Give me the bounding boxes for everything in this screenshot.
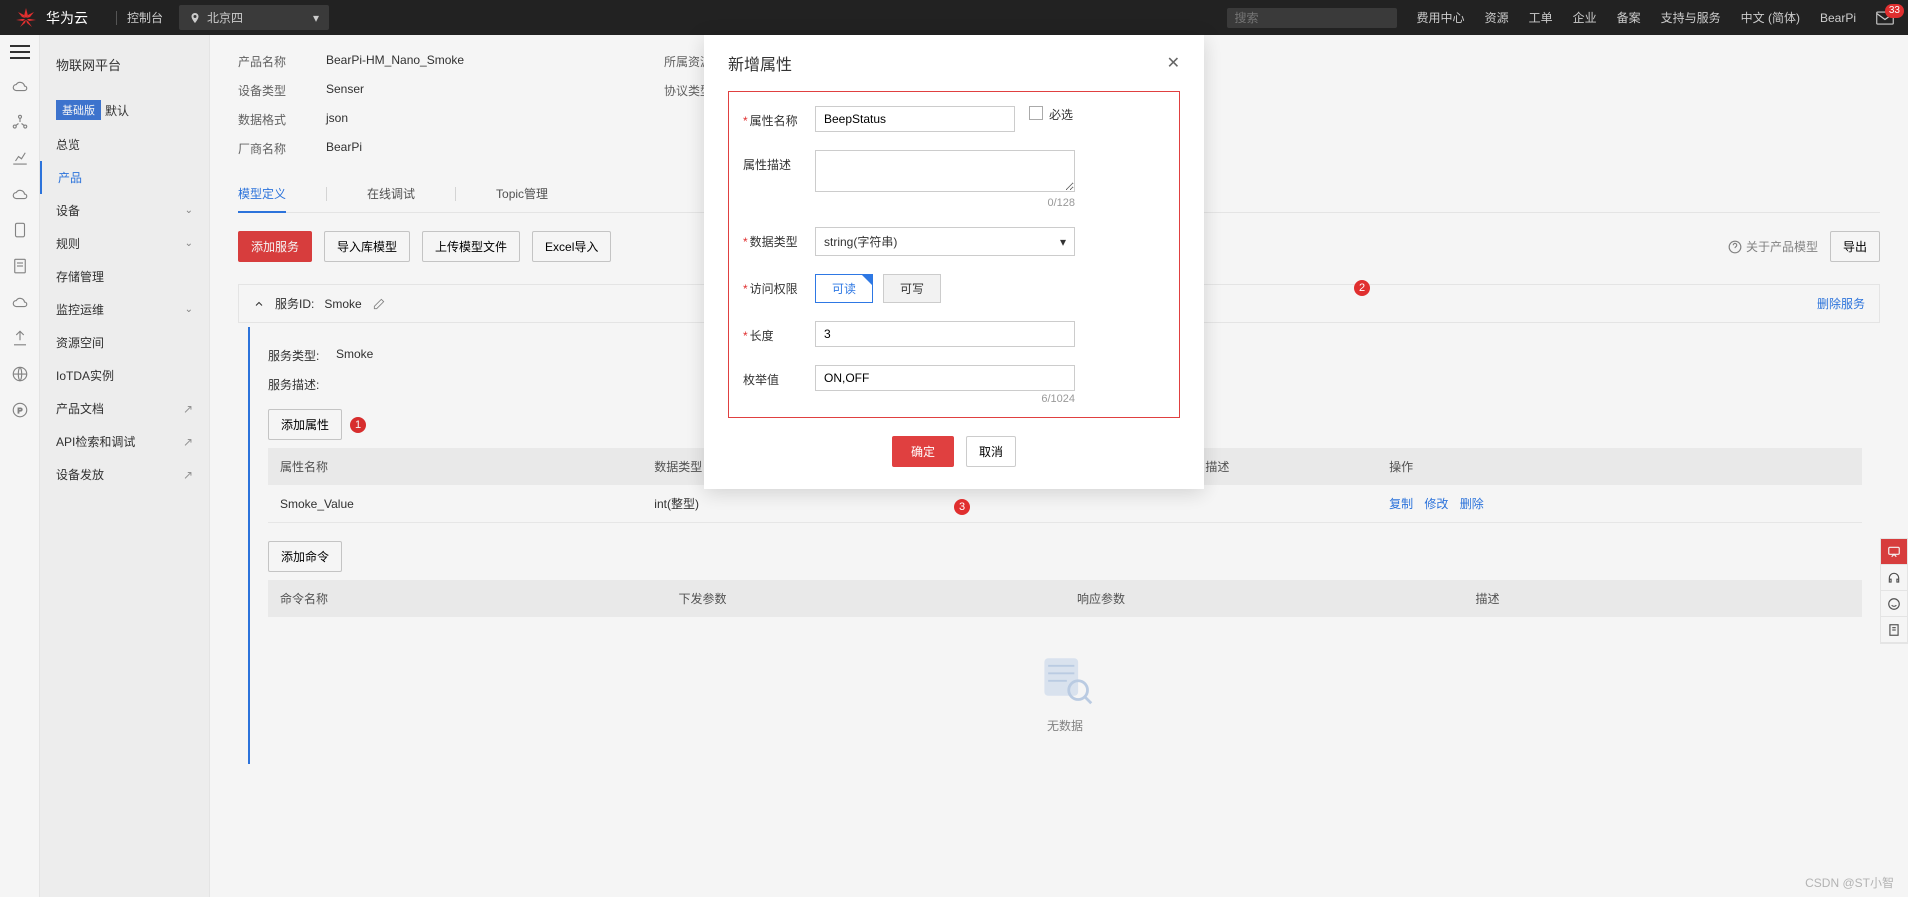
modal-title: 新增属性 [728, 51, 792, 75]
chevron-down-icon: ▾ [1060, 235, 1066, 249]
nav-billing[interactable]: 费用中心 [1417, 9, 1465, 26]
access-read-toggle[interactable]: 可读 [815, 274, 873, 303]
enum-input[interactable] [815, 365, 1075, 391]
chevron-down-icon: ▾ [313, 11, 319, 25]
mail-icon[interactable]: 33 [1876, 11, 1894, 25]
cancel-button[interactable]: 取消 [966, 436, 1016, 467]
huawei-logo-icon [14, 6, 38, 30]
attr-desc-input[interactable] [815, 150, 1075, 192]
access-label: 访问权限 [750, 282, 798, 296]
nav-icp[interactable]: 备案 [1617, 9, 1641, 26]
brand-text: 华为云 [46, 8, 88, 28]
region-selector[interactable]: 北京四 ▾ [179, 5, 329, 30]
add-attribute-modal: 新增属性 ✕ 2 *属性名称 必选 属性描述 0/128 *数据类型 [704, 35, 1204, 489]
step-badge-3: 3 [954, 499, 970, 515]
attr-desc-label: 属性描述 [743, 158, 791, 172]
nav-enterprise[interactable]: 企业 [1573, 9, 1597, 26]
nav-resource[interactable]: 资源 [1485, 9, 1509, 26]
required-label: 必选 [1049, 106, 1073, 123]
required-checkbox[interactable] [1029, 106, 1043, 120]
modal-form: 2 *属性名称 必选 属性描述 0/128 *数据类型 string(字符串) … [728, 91, 1180, 418]
desc-counter: 0/128 [815, 197, 1075, 209]
pin-icon [189, 12, 201, 24]
attr-name-input[interactable] [815, 106, 1015, 132]
enum-label: 枚举值 [743, 373, 779, 387]
modal-overlay: 新增属性 ✕ 2 *属性名称 必选 属性描述 0/128 *数据类型 [0, 35, 1908, 897]
confirm-button[interactable]: 确定 [892, 436, 954, 467]
search-input[interactable] [1235, 11, 1390, 25]
dtype-select[interactable]: string(字符串) ▾ [815, 227, 1075, 256]
top-header: 华为云 控制台 北京四 ▾ 费用中心 资源 工单 企业 备案 支持与服务 中文 … [0, 0, 1908, 35]
console-link[interactable]: 控制台 [127, 9, 163, 26]
enum-counter: 6/1024 [815, 393, 1075, 405]
nav-lang[interactable]: 中文 (简体) [1741, 9, 1800, 26]
nav-ticket[interactable]: 工单 [1529, 9, 1553, 26]
mail-badge: 33 [1885, 4, 1904, 18]
nav-support[interactable]: 支持与服务 [1661, 9, 1721, 26]
length-input[interactable] [815, 321, 1075, 347]
access-write-toggle[interactable]: 可写 [883, 274, 941, 303]
step-badge-2: 2 [1354, 280, 1370, 296]
close-icon[interactable]: ✕ [1167, 53, 1180, 73]
nav-user[interactable]: BearPi [1820, 11, 1856, 25]
region-label: 北京四 [207, 9, 243, 26]
separator [116, 11, 117, 25]
header-search[interactable] [1227, 8, 1397, 28]
attr-name-label: 属性名称 [750, 114, 798, 128]
length-label: 长度 [750, 329, 774, 343]
dtype-label: 数据类型 [750, 235, 798, 249]
